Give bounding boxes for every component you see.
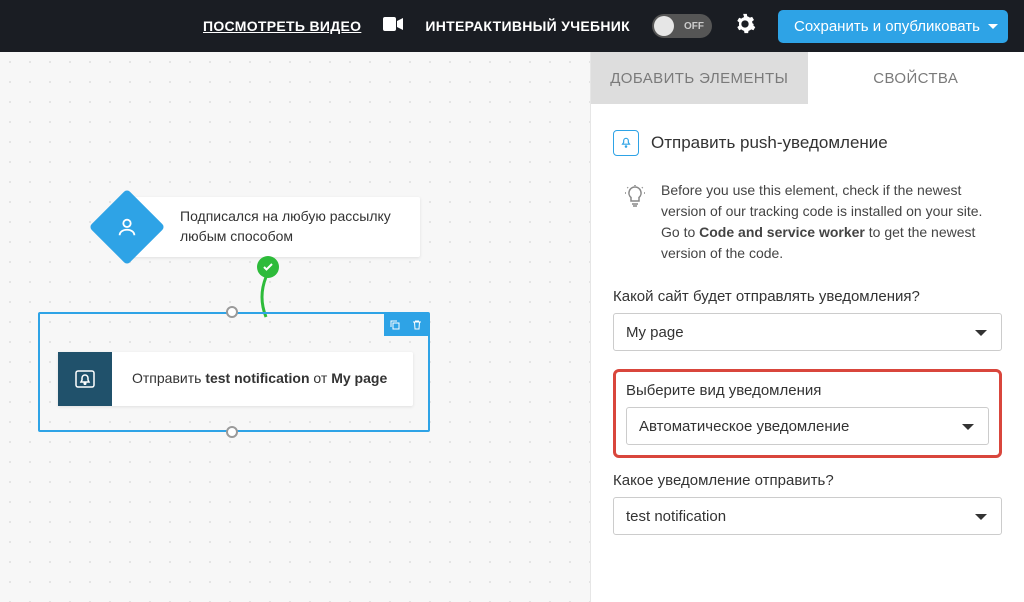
info-notice: Before you use this element, check if th… — [613, 176, 1002, 268]
toggle-knob — [654, 16, 674, 36]
save-publish-button[interactable]: Сохранить и опубликовать — [778, 10, 1008, 43]
notice-bold: Code and service worker — [699, 224, 865, 240]
tab-add-elements[interactable]: ДОБАВИТЬ ЭЛЕМЕНТЫ — [591, 52, 808, 104]
workflow-canvas[interactable]: Подписался на любую рассылку любым спосо… — [0, 52, 590, 602]
highlighted-group: Выберите вид уведомления Автоматическое … — [613, 369, 1002, 458]
notif-select-value: test notification — [626, 508, 726, 525]
bell-outline-icon — [613, 130, 639, 156]
action-source: My page — [331, 370, 387, 386]
panel-title-row: Отправить push-уведомление — [613, 122, 1002, 156]
camera-icon — [383, 17, 403, 36]
trigger-text-2: любым способом — [180, 227, 391, 247]
port-out[interactable] — [226, 426, 238, 438]
connector — [256, 257, 276, 317]
action-mid: от — [310, 370, 332, 386]
tutorial-label: ИНТЕРАКТИВНЫЙ УЧЕБНИК — [425, 18, 630, 34]
toggle-state: OFF — [684, 21, 704, 32]
gear-icon[interactable] — [734, 13, 756, 40]
action-node-body: Отправить test notification от My page — [112, 352, 407, 406]
watch-video-link[interactable]: ПОСМОТРЕТЬ ВИДЕО — [203, 18, 361, 34]
copy-icon[interactable] — [384, 314, 406, 336]
panel-tabs: ДОБАВИТЬ ЭЛЕМЕНТЫ СВОЙСТВА — [591, 52, 1024, 104]
selected-node-frame: Отправить test notification от My page — [38, 312, 430, 432]
action-prefix: Отправить — [132, 370, 205, 386]
action-item: test notification — [205, 370, 309, 386]
type-select-value: Автоматическое уведомление — [639, 418, 849, 435]
side-panel: ДОБАВИТЬ ЭЛЕМЕНТЫ СВОЙСТВА Отправить pus… — [590, 52, 1024, 602]
type-field-label: Выберите вид уведомления — [626, 382, 989, 399]
trash-icon[interactable] — [406, 314, 428, 336]
node-actions — [384, 314, 428, 336]
site-select-value: My page — [626, 324, 684, 341]
notif-field-label: Какое уведомление отправить? — [613, 472, 1002, 489]
trigger-text-1: Подписался на любую рассылку — [180, 207, 391, 227]
panel-title: Отправить push-уведомление — [651, 133, 888, 153]
person-icon — [89, 189, 165, 265]
panel-body: Отправить push-уведомление Before you us… — [591, 104, 1024, 600]
notif-select[interactable]: test notification — [613, 497, 1002, 535]
site-field-label: Какой сайт будет отправлять уведомления? — [613, 288, 1002, 305]
type-select[interactable]: Автоматическое уведомление — [626, 407, 989, 445]
top-header: ПОСМОТРЕТЬ ВИДЕО ИНТЕРАКТИВНЫЙ УЧЕБНИК O… — [0, 0, 1024, 52]
bell-icon — [58, 352, 112, 406]
main-area: Подписался на любую рассылку любым спосо… — [0, 52, 1024, 602]
notice-text: Before you use this element, check if th… — [661, 180, 1002, 264]
save-publish-label: Сохранить и опубликовать — [794, 18, 980, 35]
tab-properties[interactable]: СВОЙСТВА — [808, 52, 1024, 104]
port-in[interactable] — [226, 306, 238, 318]
trigger-node[interactable]: Подписался на любую рассылку любым спосо… — [130, 197, 420, 257]
trigger-node-body: Подписался на любую рассылку любым спосо… — [160, 197, 411, 257]
action-node[interactable]: Отправить test notification от My page — [58, 352, 413, 406]
tutorial-toggle[interactable]: OFF — [652, 14, 712, 38]
lightbulb-icon — [623, 184, 647, 264]
site-select[interactable]: My page — [613, 313, 1002, 351]
